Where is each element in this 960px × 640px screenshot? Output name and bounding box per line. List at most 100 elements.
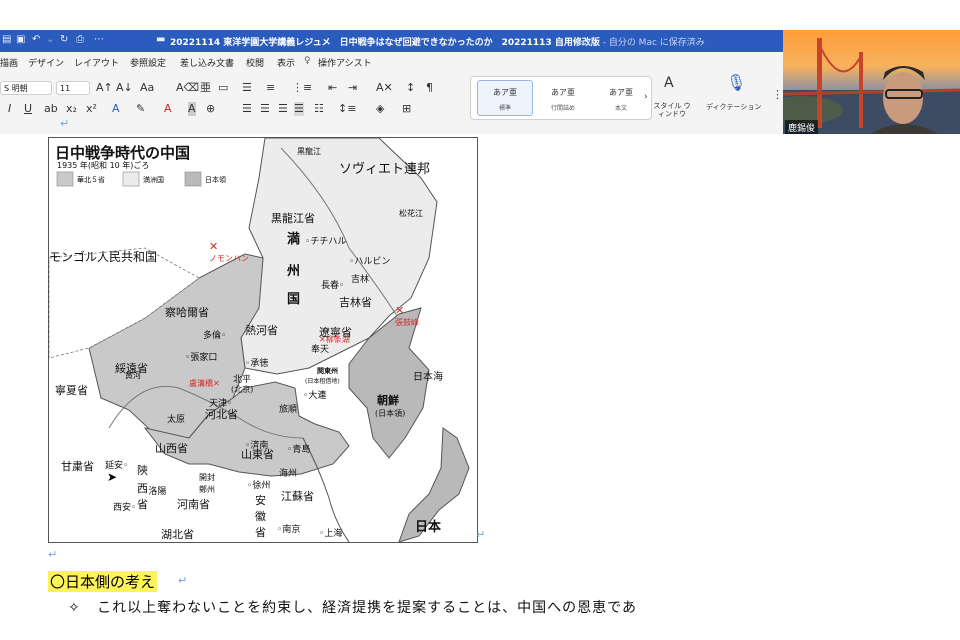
- return-mark: ↵: [48, 548, 58, 561]
- city-name: 青島: [292, 445, 311, 455]
- city-name: 鄭州: [199, 485, 215, 494]
- style-name: 標準: [498, 105, 511, 112]
- tab-design[interactable]: デザイン: [28, 56, 64, 69]
- redo-icon[interactable]: ↻: [60, 34, 68, 45]
- font-size-value: 11: [60, 84, 71, 93]
- strikethrough-icon[interactable]: ab: [44, 102, 58, 116]
- shrink-font-icon[interactable]: A↓: [116, 81, 133, 95]
- tab-layout[interactable]: レイアウト: [74, 56, 119, 69]
- city-duolun: 多倫◦: [203, 331, 227, 341]
- tab-tell-me[interactable]: 操作アシスト: [318, 56, 372, 69]
- legend-manchukuo: 満洲国: [143, 176, 164, 184]
- dictation-button[interactable]: ディクテーション: [706, 102, 761, 112]
- label-heihe-river: 黒龍江: [297, 147, 321, 156]
- justify-icon[interactable]: ☰: [294, 102, 304, 116]
- chevron-right-icon[interactable]: ›: [644, 90, 648, 104]
- more-ribbon-icon[interactable]: ⋮: [772, 88, 783, 102]
- multilevel-list-icon[interactable]: ⋮≡: [292, 81, 312, 95]
- asian-layout-icon[interactable]: A✕: [376, 81, 393, 95]
- bullets-icon[interactable]: ☰: [242, 81, 252, 95]
- save-icon[interactable]: ▣: [16, 34, 25, 45]
- label-korea: 朝鮮: [377, 394, 399, 407]
- style-pane-icon[interactable]: A: [664, 76, 674, 90]
- tab-draw[interactable]: 描画: [0, 56, 18, 69]
- section-heading-text: 〇日本側の考え: [50, 573, 156, 591]
- enclose-char-icon[interactable]: ⊕: [206, 102, 215, 116]
- increase-indent-icon[interactable]: ⇥: [348, 81, 357, 95]
- numbering-icon[interactable]: ≡: [266, 81, 275, 95]
- incident-name: 盧溝橋: [189, 379, 213, 388]
- label-kwantung-note: (日本租借地): [305, 376, 340, 385]
- incident-nomonhan: ✕ ノモンハン: [209, 240, 249, 263]
- underline-icon[interactable]: U: [24, 102, 32, 116]
- sidebar-icon[interactable]: ▤: [2, 34, 11, 45]
- show-marks-icon[interactable]: ¶: [426, 81, 433, 95]
- clear-format-icon[interactable]: A⌫: [176, 81, 199, 95]
- align-left-icon[interactable]: ☰: [242, 102, 252, 116]
- tab-view[interactable]: 表示: [277, 56, 295, 69]
- style-sample: あア亜: [609, 88, 633, 97]
- bullet-paragraph[interactable]: ✧ これ以上奪わないことを約束し、経済提携を提案することは、中国への恩恵であ: [68, 597, 637, 617]
- line-spacing-icon[interactable]: ↕≡: [338, 102, 356, 116]
- more-icon[interactable]: ⋯: [94, 34, 104, 45]
- section-heading[interactable]: 〇日本側の考え: [48, 571, 158, 592]
- char-shading-icon[interactable]: A: [188, 102, 196, 116]
- distribute-icon[interactable]: ☷: [314, 102, 324, 116]
- text-case-icon[interactable]: Aa: [140, 81, 154, 95]
- city-name: 天津: [209, 399, 228, 409]
- label-mongolia: モンゴル人民共和国: [49, 250, 158, 264]
- china-map-image[interactable]: 日中戦争時代の中国 1935 年(昭和 10 年)ごろ 華北５省 満洲国 日本領…: [48, 137, 478, 543]
- bullet-diamond-icon: ✧: [68, 600, 81, 616]
- style-pane-button[interactable]: スタイル ウィンドウ: [652, 102, 692, 118]
- tab-mailings[interactable]: 差し込み文書: [180, 56, 234, 69]
- city-name: 承徳: [250, 359, 269, 369]
- italic-icon[interactable]: I: [8, 102, 11, 116]
- print-icon[interactable]: ⎙: [76, 34, 84, 45]
- font-name-select[interactable]: S 明朝: [0, 81, 52, 95]
- grow-font-icon[interactable]: A↑: [96, 81, 113, 95]
- style-body[interactable]: あア亜 本文: [593, 80, 649, 116]
- city-name: 西安: [113, 503, 132, 513]
- phonetic-guide-icon[interactable]: 亜: [200, 81, 211, 95]
- label-jilin-province: 吉林省: [339, 296, 372, 309]
- text-effects-icon[interactable]: A: [112, 102, 120, 116]
- microphone-icon[interactable]: 🎙: [726, 75, 746, 91]
- align-right-icon[interactable]: ☰: [278, 102, 288, 116]
- bullet-text: これ以上奪わないことを約束し、経済提携を提案することは、中国への恩恵であ: [97, 600, 637, 616]
- video-tile: 鹿錫俊: [783, 30, 960, 134]
- shading-icon[interactable]: ◈: [376, 102, 384, 116]
- incident-name: ノモンハン: [209, 254, 249, 263]
- label-anhui-1: 安: [255, 494, 266, 507]
- label-jiangsu: 江蘇省: [281, 490, 314, 503]
- city-changchun: 長春◦: [321, 281, 345, 291]
- decrease-indent-icon[interactable]: ⇤: [328, 81, 337, 95]
- style-normal[interactable]: あア亜 標準: [477, 80, 533, 116]
- undo-icon[interactable]: ↶: [32, 34, 40, 45]
- city-name: 吉林: [351, 275, 370, 285]
- city-lushun: 旅順: [279, 402, 297, 415]
- participant-name: 鹿錫俊: [785, 120, 819, 134]
- subscript-icon[interactable]: x₂: [66, 102, 77, 116]
- char-border-icon[interactable]: ▭: [218, 81, 228, 95]
- font-color-icon[interactable]: A: [164, 102, 172, 116]
- label-ussr: ソヴィエト連邦: [339, 162, 431, 177]
- redo-chevron-icon[interactable]: ⌄: [46, 34, 54, 45]
- style-no-spacing[interactable]: あア亜 行間詰め: [535, 80, 591, 116]
- save-status[interactable]: - 自分の Mac に保存済み: [600, 38, 705, 48]
- incident-liutiaohu: ✕柳条湖: [319, 335, 350, 344]
- highlight-icon[interactable]: ✎: [136, 102, 145, 116]
- tab-review[interactable]: 校閲: [246, 56, 264, 69]
- font-size-select[interactable]: 11: [56, 81, 90, 95]
- style-name: 行間詰め: [550, 105, 575, 112]
- align-center-icon[interactable]: ☰: [260, 102, 270, 116]
- city-name: (北京): [231, 385, 254, 394]
- label-manchukuo-2: 州: [287, 264, 301, 279]
- city-harbin: ◦ハルビン: [349, 257, 391, 267]
- borders-icon[interactable]: ⊞: [402, 102, 411, 116]
- superscript-icon[interactable]: x²: [86, 102, 97, 116]
- tab-references[interactable]: 参照設定: [130, 56, 166, 69]
- sort-icon[interactable]: ↕: [406, 81, 415, 95]
- return-mark: ↵: [60, 117, 70, 130]
- legend-north-china: 華北５省: [77, 176, 105, 184]
- city-xuzhou: ◦徐州: [247, 481, 271, 491]
